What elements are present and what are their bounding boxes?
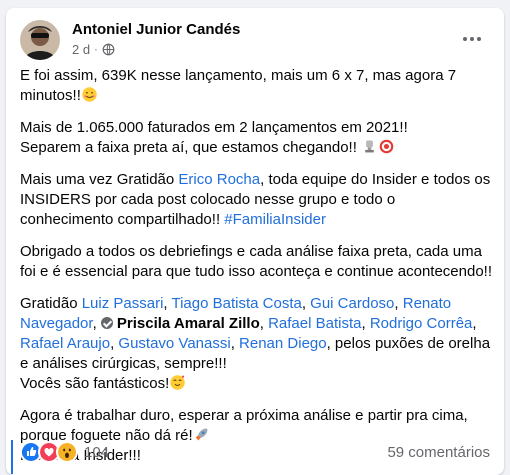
post-text: Vocês são fantásticos!: [20, 375, 170, 392]
post-meta: 2 d ·: [72, 42, 115, 57]
separator-dot: ·: [94, 43, 98, 56]
target-icon: [379, 139, 394, 154]
post-text: Mais uma vez Gratidão: [20, 171, 179, 188]
post-text: Gratidão: [20, 295, 82, 312]
public-globe-icon[interactable]: [102, 43, 115, 56]
post-card: Antoniel Junior Candés 2 d · E foi assim…: [6, 8, 504, 475]
comments-count-link[interactable]: 59 comentários: [387, 444, 490, 461]
mention-link[interactable]: Gustavo Vanassi: [118, 335, 230, 352]
mention-link[interactable]: Rodrigo Corrêa: [370, 315, 473, 332]
post-paragraph: Obrigado a todos os debriefings e cada a…: [20, 242, 492, 282]
post-footer: 104 59 comentários: [20, 438, 490, 466]
author-name[interactable]: Antoniel Junior Candés: [72, 21, 240, 38]
avatar[interactable]: [20, 20, 60, 60]
post-time[interactable]: 2 d: [72, 42, 90, 57]
post-text: Mais de 1.065.000 faturados em 2 lançame…: [20, 119, 408, 136]
post-body: E foi assim, 639K nesse lançamento, mais…: [20, 66, 492, 475]
post-header: Antoniel Junior Candés 2 d ·: [20, 20, 490, 62]
post-paragraph: Mais uma vez Gratidão Erico Rocha, toda …: [20, 170, 492, 230]
smiling-face-hearts-emoji-icon: [82, 87, 97, 102]
reactions-summary[interactable]: 104: [20, 441, 109, 463]
post-text: Separem a faixa preta aí, que estamos ch…: [20, 139, 357, 156]
more-options-button[interactable]: [454, 24, 490, 54]
focus-indicator: [11, 440, 13, 474]
trophy-icon: [365, 140, 374, 153]
mention-link[interactable]: Priscila Amaral Zillo: [117, 315, 260, 332]
mention-link[interactable]: Gui Cardoso: [310, 295, 394, 312]
verified-badge-icon: [100, 317, 113, 329]
hashtag-link[interactable]: #FamiliaInsider: [224, 211, 326, 228]
post-paragraph: E foi assim, 639K nesse lançamento, mais…: [20, 66, 492, 106]
post-text: Obrigado a todos os debriefings e cada a…: [20, 243, 492, 280]
mention-link[interactable]: Tiago Batista Costa: [171, 295, 301, 312]
more-horizontal-icon: [463, 37, 467, 41]
mention-link[interactable]: Rafael Araujo: [20, 335, 110, 352]
smiling-face-hearts-emoji-icon: [170, 375, 185, 390]
mention-link[interactable]: Erico Rocha: [178, 171, 260, 188]
more-dot: [477, 37, 481, 41]
mention-link[interactable]: Luiz Passari: [82, 295, 164, 312]
more-dot: [470, 37, 474, 41]
reaction-count: 104: [84, 443, 110, 461]
post-paragraph: Gratidão Luiz Passari, Tiago Batista Cos…: [20, 295, 491, 392]
mention-link[interactable]: Rafael Batista: [268, 315, 361, 332]
wow-icon: [56, 441, 78, 463]
mention-link[interactable]: Renan Diego: [239, 335, 327, 352]
post-paragraph: Mais de 1.065.000 faturados em 2 lançame…: [20, 118, 492, 158]
